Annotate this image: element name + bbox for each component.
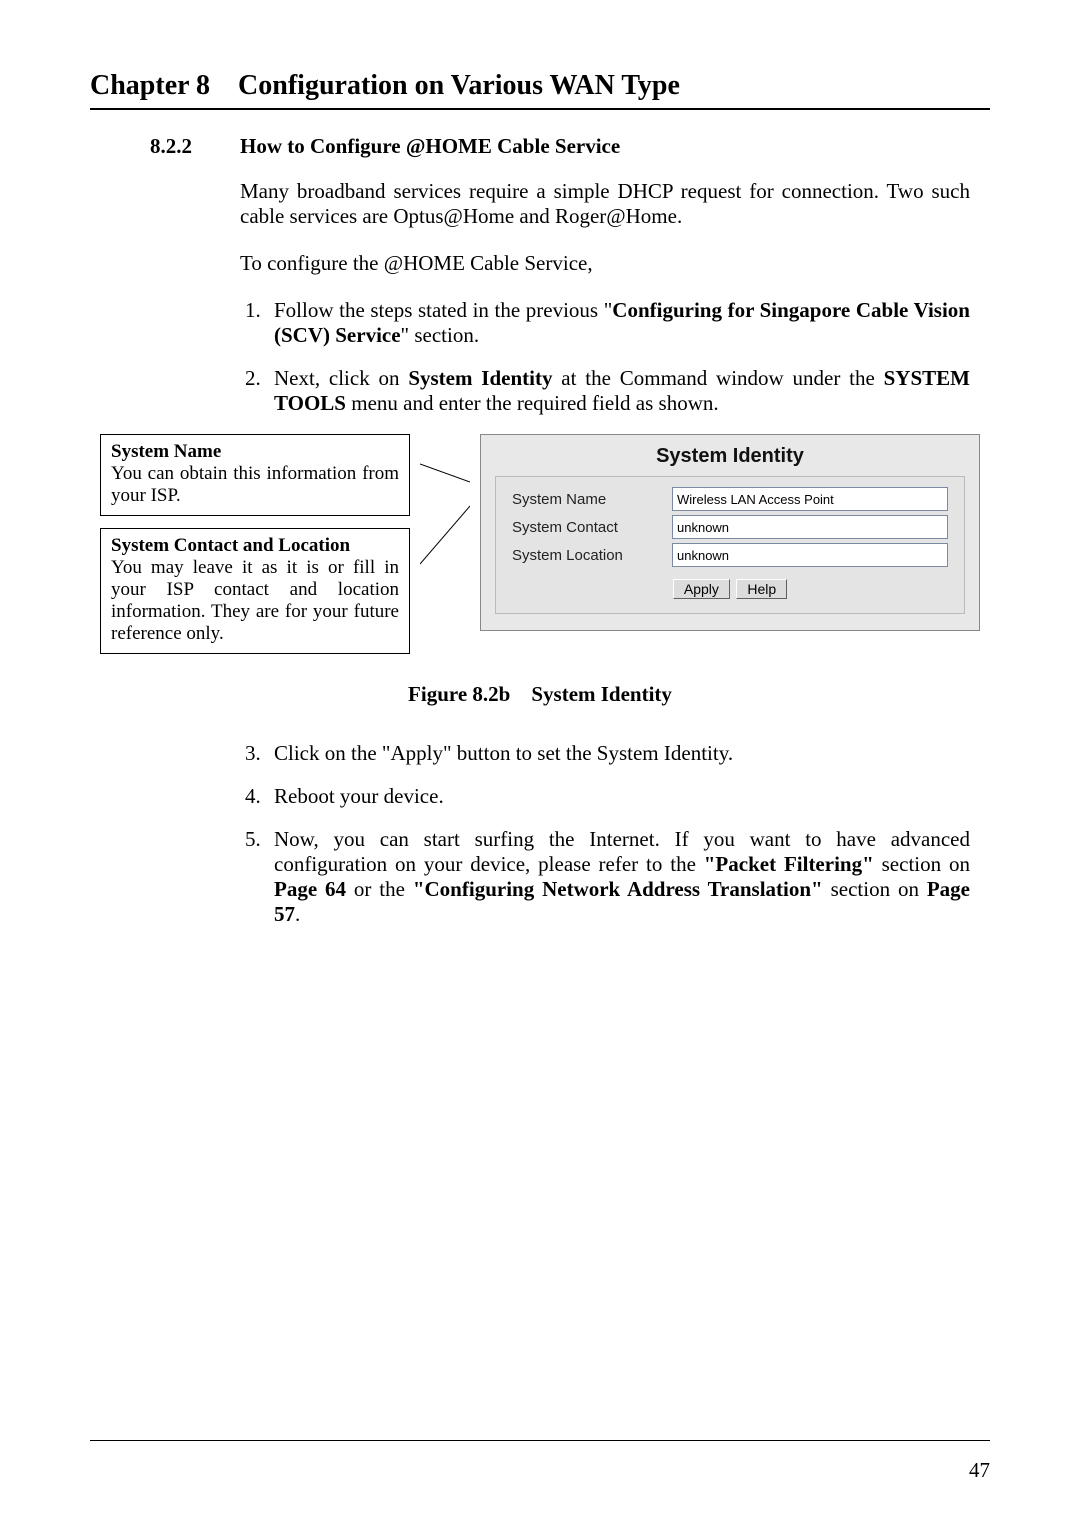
callout-system-contact-location: System Contact and Location You may leav… <box>100 528 410 654</box>
screenshot-title: System Identity <box>495 445 965 468</box>
callout-body: You may leave it as it is or fill in you… <box>111 557 399 644</box>
chapter-label: Chapter 8 <box>90 70 210 101</box>
figure-label: Figure 8.2b <box>408 682 510 706</box>
label-system-contact: System Contact <box>512 519 672 536</box>
input-system-name[interactable] <box>672 487 948 511</box>
section-title: How to Configure @HOME Cable Service <box>240 134 620 159</box>
field-system-location: System Location <box>512 543 948 567</box>
callout-title: System Name <box>111 441 221 462</box>
label-system-name: System Name <box>512 491 672 508</box>
input-system-location[interactable] <box>672 543 948 567</box>
apply-button[interactable]: Apply <box>673 579 730 599</box>
steps-list: Follow the steps stated in the previous … <box>240 298 970 416</box>
intro-paragraph-2: To configure the @HOME Cable Service, <box>240 251 970 276</box>
callout-system-name: System Name You can obtain this informat… <box>100 434 410 516</box>
chapter-rule <box>90 108 990 110</box>
callout-title: System Contact and Location <box>111 535 350 556</box>
input-system-contact[interactable] <box>672 515 948 539</box>
field-system-contact: System Contact <box>512 515 948 539</box>
field-system-name: System Name <box>512 487 948 511</box>
footer-rule <box>90 1440 990 1441</box>
connector-lines-icon <box>420 434 470 634</box>
section-heading: 8.2.2 How to Configure @HOME Cable Servi… <box>150 134 990 159</box>
screenshot-button-row: Apply Help <box>512 579 948 599</box>
page-number: 47 <box>969 1458 990 1483</box>
screenshot-form-panel: System Name System Contact System Locati… <box>495 476 965 614</box>
figure-8-2b: System Name You can obtain this informat… <box>100 434 980 654</box>
label-system-location: System Location <box>512 547 672 564</box>
section-number: 8.2.2 <box>150 134 240 159</box>
system-identity-screenshot: System Identity System Name System Conta… <box>480 434 980 631</box>
step-1: Follow the steps stated in the previous … <box>266 298 970 348</box>
steps-list-continued: Click on the "Apply" button to set the S… <box>240 741 970 927</box>
step-4: Reboot your device. <box>266 784 970 809</box>
chapter-title-text: Configuration on Various WAN Type <box>238 70 680 101</box>
chapter-heading: Chapter 8 Configuration on Various WAN T… <box>90 70 990 108</box>
step-5: Now, you can start surfing the Internet.… <box>266 827 970 927</box>
intro-paragraph-1: Many broadband services require a simple… <box>240 179 970 229</box>
figure-callouts: System Name You can obtain this informat… <box>100 434 410 654</box>
figure-caption: Figure 8.2b System Identity <box>90 682 990 707</box>
figure-title: System Identity <box>531 682 672 706</box>
step-2: Next, click on System Identity at the Co… <box>266 366 970 416</box>
step-3: Click on the "Apply" button to set the S… <box>266 741 970 766</box>
help-button[interactable]: Help <box>736 579 787 599</box>
callout-body: You can obtain this information from you… <box>111 463 399 506</box>
